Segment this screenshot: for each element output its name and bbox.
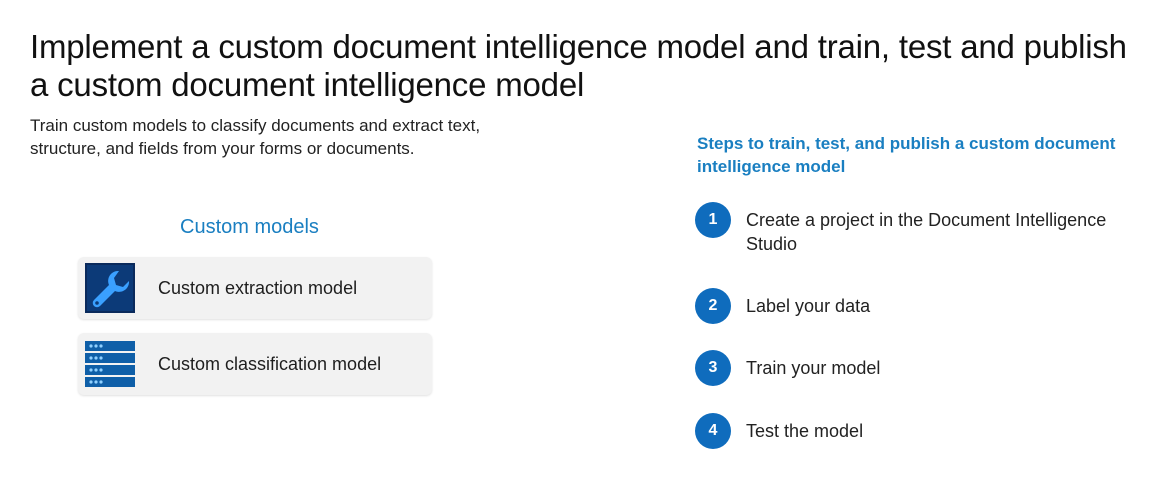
step-4: 4 Test the model bbox=[695, 413, 1126, 449]
step-1: 1 Create a project in the Document Intel… bbox=[695, 202, 1126, 256]
slide-subtitle: Train custom models to classify document… bbox=[30, 116, 481, 158]
custom-classification-model-card: Custom classification model bbox=[78, 333, 432, 395]
wrench-icon bbox=[84, 262, 136, 314]
step-text: Test the model bbox=[746, 421, 864, 441]
list-rows-icon bbox=[84, 338, 136, 390]
step-number-badge: 4 bbox=[695, 413, 731, 449]
slide-title: Implement a custom document intelligence… bbox=[30, 28, 1127, 103]
step-number-badge: 2 bbox=[695, 288, 731, 324]
custom-models-heading: Custom models bbox=[180, 216, 319, 238]
slide: Implement a custom document intelligence… bbox=[0, 0, 1161, 491]
step-text: Train your model bbox=[746, 358, 881, 378]
step-3: 3 Train your model bbox=[695, 350, 1126, 386]
custom-classification-model-label: Custom classification model bbox=[158, 353, 382, 374]
step-2: 2 Label your data bbox=[695, 288, 1126, 324]
step-text: Label your data bbox=[746, 296, 871, 316]
steps-heading: Steps to train, test, and publish a cust… bbox=[697, 134, 1116, 176]
step-text: Create a project in the Document Intelli… bbox=[746, 210, 1107, 254]
custom-extraction-model-label: Custom extraction model bbox=[158, 277, 358, 298]
step-number-badge: 3 bbox=[695, 350, 731, 386]
step-number-badge: 1 bbox=[695, 202, 731, 238]
custom-extraction-model-card: Custom extraction model bbox=[78, 257, 432, 319]
